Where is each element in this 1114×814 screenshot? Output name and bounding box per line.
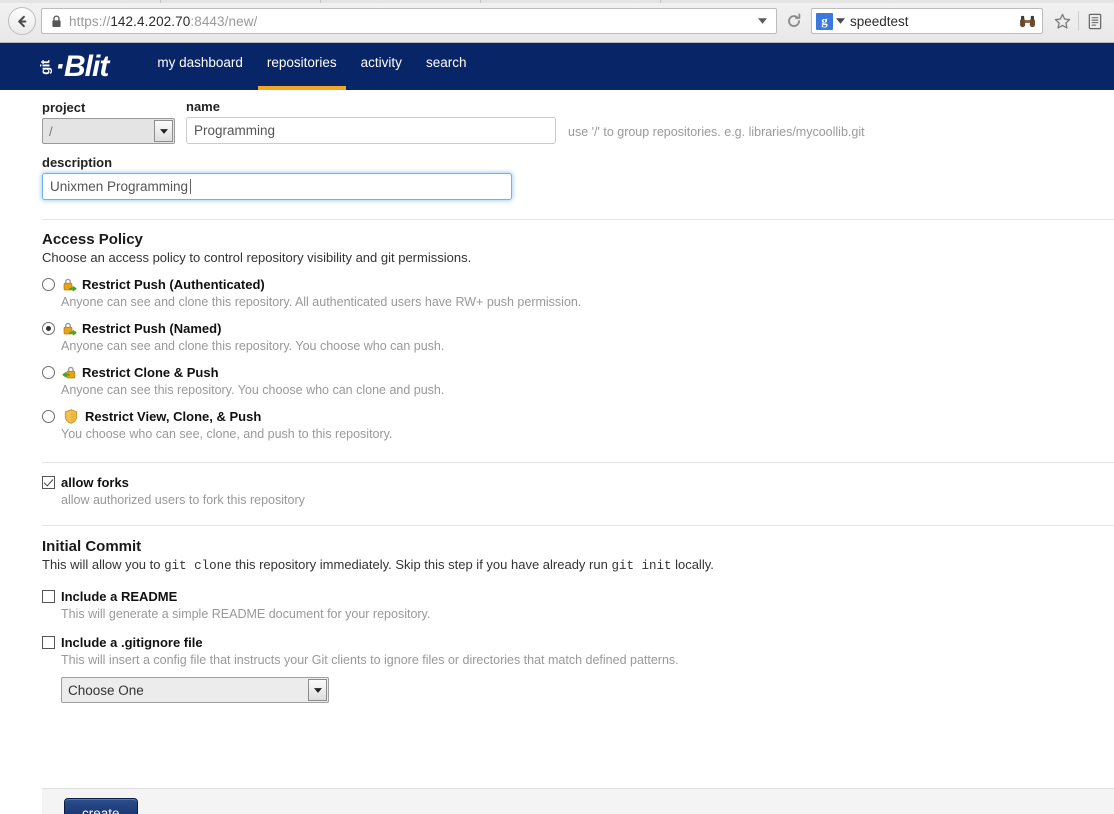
policy-option-restrict-push-named[interactable]: Restrict Push (Named) — [42, 321, 1114, 336]
repository-basics: project / name use '/' to group reposito… — [0, 90, 1114, 200]
gitblit-navbar: git ·Blit my dashboard repositories acti… — [0, 43, 1114, 90]
back-button[interactable] — [8, 7, 36, 35]
policy-option-restrict-clone-push[interactable]: Restrict Clone & Push — [42, 365, 1114, 380]
new-repository-page: project / name use '/' to group reposito… — [0, 90, 1114, 814]
binoculars-icon[interactable] — [1019, 15, 1036, 28]
name-field-group: name — [186, 99, 556, 144]
include-readme-label: Include a README — [61, 589, 177, 604]
text-cursor — [190, 179, 191, 194]
toolbar-divider — [1078, 11, 1079, 31]
allow-forks-checkbox[interactable] — [42, 476, 55, 489]
policy-label: Restrict Push (Named) — [82, 321, 221, 336]
reader-list-icon — [1087, 13, 1103, 30]
gitblit-logo[interactable]: git ·Blit — [36, 50, 108, 84]
allow-forks-section: allow forks allow authorized users to fo… — [0, 463, 1114, 507]
url-host: 142.4.202.70 — [110, 14, 190, 29]
reader-button[interactable] — [1082, 8, 1108, 34]
form-footer: create — [42, 788, 1114, 814]
allow-forks-label: allow forks — [61, 475, 129, 490]
nav-item-activity[interactable]: activity — [349, 43, 414, 90]
policy-label: Restrict Push (Authenticated) — [82, 277, 265, 292]
include-gitignore-checkbox[interactable] — [42, 636, 55, 649]
policy-label: Restrict View, Clone, & Push — [85, 409, 261, 424]
nav-item-repositories[interactable]: repositories — [255, 43, 349, 90]
nav-item-search[interactable]: search — [414, 43, 479, 90]
policy-option-restrict-view-clone-push[interactable]: Restrict View, Clone, & Push — [42, 409, 1114, 424]
access-policy-title: Access Policy — [42, 231, 1114, 248]
bookmark-button[interactable] — [1049, 8, 1075, 34]
nav-item-my-dashboard[interactable]: my dashboard — [145, 43, 255, 90]
git-init-code: git init — [611, 559, 671, 573]
description-input[interactable]: Unixmen Programming — [42, 173, 512, 200]
access-policy-section: Access Policy Choose an access policy to… — [0, 220, 1114, 441]
address-bar-actions — [752, 9, 772, 33]
padlock-icon — [51, 15, 62, 28]
policy-desc: Anyone can see this repository. You choo… — [61, 383, 1114, 397]
description-field-group: description Unixmen Programming — [42, 155, 1114, 200]
address-bar[interactable]: https://142.4.202.70:8443/new/ — [41, 8, 777, 34]
logo-git-mark: git — [40, 58, 51, 76]
initial-commit-desc-part1: This will allow you to — [42, 557, 164, 572]
url-port: :8443 — [190, 14, 224, 29]
git-clone-code: git clone — [164, 559, 232, 573]
url-text: https://142.4.202.70:8443/new/ — [69, 14, 257, 29]
radio-restrict-push-named[interactable] — [42, 322, 55, 335]
gitignore-select-wrap: Choose One — [42, 667, 329, 703]
chevron-down-icon[interactable] — [752, 9, 772, 33]
project-field-group: project / — [42, 100, 175, 144]
policy-desc: Anyone can see and clone this repository… — [61, 339, 1114, 353]
url-scheme: https:// — [69, 14, 110, 29]
name-input[interactable] — [186, 117, 556, 144]
initial-commit-desc-part2: this repository immediately. Skip this s… — [232, 557, 612, 572]
logo-blit-text: ·Blit — [55, 52, 108, 82]
project-label: project — [42, 100, 175, 115]
reload-button[interactable] — [781, 8, 807, 34]
include-gitignore-row[interactable]: Include a .gitignore file — [42, 635, 1114, 650]
reload-icon — [786, 13, 802, 29]
search-bar[interactable]: g speedtest — [811, 8, 1043, 34]
include-readme-desc: This will generate a simple README docum… — [61, 607, 1114, 621]
project-name-row: project / name use '/' to group reposito… — [42, 99, 1114, 144]
shield-icon — [64, 409, 78, 424]
lock-clone-push-icon — [62, 365, 77, 380]
lock-push-icon — [62, 321, 77, 336]
radio-restrict-clone-push[interactable] — [42, 366, 55, 379]
description-value: Unixmen Programming — [50, 179, 188, 194]
project-select[interactable]: / — [42, 118, 175, 144]
name-helper-text: use '/' to group repositories. e.g. libr… — [568, 125, 865, 144]
include-gitignore-desc: This will insert a config file that inst… — [61, 653, 1114, 667]
gitignore-select[interactable]: Choose One — [61, 677, 329, 703]
include-gitignore-label: Include a .gitignore file — [61, 635, 203, 650]
policy-option-restrict-push-authenticated[interactable]: Restrict Push (Authenticated) — [42, 277, 1114, 292]
radio-restrict-view-clone-push[interactable] — [42, 410, 55, 423]
create-button[interactable]: create — [64, 798, 138, 814]
primary-nav: my dashboard repositories activity searc… — [145, 43, 478, 90]
radio-restrict-push-authenticated[interactable] — [42, 278, 55, 291]
initial-commit-section: Initial Commit This will allow you to gi… — [0, 526, 1114, 703]
chevron-down-icon[interactable] — [836, 18, 845, 24]
policy-desc: Anyone can see and clone this repository… — [61, 295, 1114, 309]
star-icon — [1054, 13, 1071, 30]
lock-push-icon — [62, 277, 77, 292]
allow-forks-row[interactable]: allow forks — [42, 475, 1114, 490]
include-readme-checkbox[interactable] — [42, 590, 55, 603]
url-path: /new/ — [225, 14, 258, 29]
include-readme-row[interactable]: Include a README — [42, 589, 1114, 604]
initial-commit-desc: This will allow you to git clone this re… — [42, 557, 1114, 573]
search-input[interactable]: speedtest — [850, 14, 1019, 29]
name-label: name — [186, 99, 556, 114]
policy-label: Restrict Clone & Push — [82, 365, 219, 380]
allow-forks-desc: allow authorized users to fork this repo… — [61, 493, 1114, 507]
tabstrip-edge — [0, 0, 1114, 3]
description-label: description — [42, 155, 1114, 170]
access-policy-subtitle: Choose an access policy to control repos… — [42, 250, 1114, 265]
browser-toolbar: https://142.4.202.70:8443/new/ g speedte… — [0, 0, 1114, 43]
initial-commit-desc-part3: locally. — [671, 557, 713, 572]
back-arrow-icon — [15, 14, 30, 29]
google-g-icon[interactable]: g — [816, 13, 833, 30]
initial-commit-title: Initial Commit — [42, 538, 1114, 555]
policy-desc: You choose who can see, clone, and push … — [61, 427, 1114, 441]
project-select-wrap: / — [42, 118, 175, 144]
